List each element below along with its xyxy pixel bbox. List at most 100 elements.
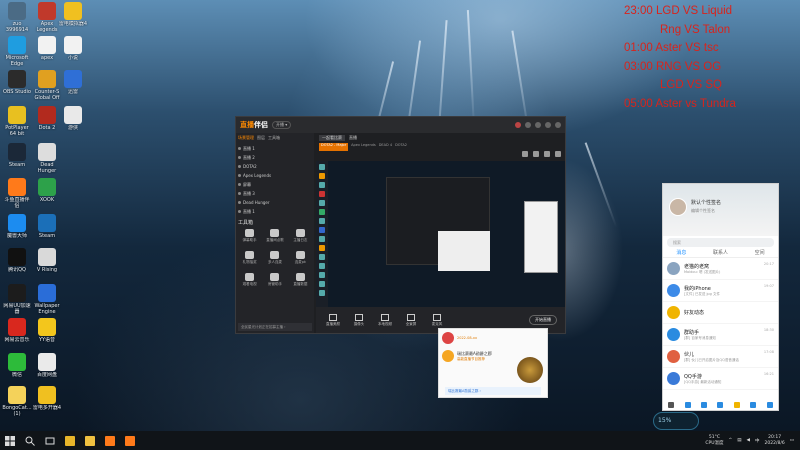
search-input[interactable]: 搜索 (667, 238, 774, 247)
file-icon[interactable] (701, 401, 708, 408)
desktop-icon[interactable]: BongoCat... (1) (0, 386, 34, 417)
eye-icon[interactable] (238, 156, 241, 159)
desktop-icon[interactable]: zuo 3996914 (0, 2, 34, 33)
toolbox-item[interactable]: 礼物抽奖 (238, 250, 261, 270)
scene-item[interactable]: Dead Hunger (238, 198, 312, 207)
chevron-up-icon[interactable]: ^ (729, 438, 733, 443)
game-icon[interactable] (717, 401, 724, 408)
more-icon[interactable] (766, 401, 773, 408)
tab-watch-match[interactable]: 一起看比赛 (319, 135, 345, 141)
task-view-icon[interactable] (42, 433, 58, 448)
beauty-button[interactable]: 直播美颜 (324, 313, 342, 327)
scene-item[interactable]: DOTA2 (238, 162, 312, 171)
toolbox-item[interactable]: 房管助手 (263, 272, 286, 292)
taskbar-app-stream-2[interactable] (122, 433, 138, 448)
settings-icon[interactable] (544, 151, 550, 157)
tab-contacts[interactable]: 联系人 (713, 249, 728, 257)
maximize-icon[interactable] (545, 122, 551, 128)
network-icon[interactable]: ▤ (737, 438, 741, 443)
desktop-icon[interactable]: 微信 (0, 353, 34, 378)
chat-link[interactable]: 瑞比赛最A勋爵之郡 › (445, 387, 541, 395)
gift-icon[interactable] (522, 151, 528, 157)
desktop-icon[interactable]: Wallpaper Engine (30, 284, 64, 315)
close-icon[interactable] (555, 122, 561, 128)
toolbox-item[interactable]: 连麦pk (289, 250, 312, 270)
share-icon[interactable] (555, 151, 561, 157)
search-icon[interactable] (22, 433, 38, 448)
taskbar-app-stream[interactable] (102, 433, 118, 448)
desktop-icon[interactable]: 雷电多开器4 (30, 386, 64, 411)
desktop-icon[interactable]: 百度网盘 (30, 353, 64, 378)
source-tab[interactable]: DOTA2 - Major (319, 143, 349, 151)
desktop-icon[interactable]: 腾讯QQ (0, 248, 34, 273)
desktop-icon[interactable]: 游侠 (56, 106, 90, 131)
desktop-icon[interactable]: Steam (30, 214, 64, 239)
eye-icon[interactable] (238, 147, 241, 150)
microphone-button[interactable]: 麦克风 (428, 313, 446, 327)
source-tab[interactable]: Apex Legends (351, 143, 376, 151)
volume-icon[interactable]: ◀ (747, 438, 750, 443)
desktop-icon[interactable]: 迅雷 (56, 70, 90, 95)
conversation-row[interactable]: QQ手游 [QQ手游] 最新活动通知 16:21 (663, 368, 778, 390)
desktop-icon[interactable]: Microsoft Edge (0, 36, 34, 67)
toolbox-item[interactable]: 观看电视 (238, 272, 261, 292)
fullscreen-button[interactable]: 全景屏 (402, 313, 420, 327)
desktop-icon[interactable]: XOOK (30, 178, 64, 203)
desktop-icon[interactable]: YY语音 (30, 318, 64, 343)
taskbar-app-douyu[interactable] (62, 433, 78, 448)
eye-icon[interactable] (238, 201, 241, 204)
desktop-icon[interactable]: 魔兽大师 (0, 214, 34, 239)
live-status-pill[interactable]: 开播 ▾ (272, 121, 292, 129)
eye-icon[interactable] (238, 183, 241, 186)
source-tab[interactable]: DEAD 4 (379, 143, 392, 151)
conversation-row[interactable]: 伙儿 [群] 伙儿已开启图片及QQ语音通话 17:08 (663, 346, 778, 368)
mail-icon[interactable] (684, 401, 691, 408)
app-icon[interactable] (750, 401, 757, 408)
message-icon[interactable] (533, 151, 539, 157)
desktop-icon[interactable]: Dead Hunger (30, 143, 64, 174)
source-tab[interactable]: DOTA2 (395, 143, 407, 151)
tab-space[interactable]: 空间 (755, 249, 765, 257)
chat-card[interactable]: 2022-08-xx 瑞比赛最A勋爵之郡 高能直播节目推荐 瑞比赛最A勋爵之郡 … (438, 328, 548, 398)
desktop-icon[interactable]: 斗鱼直播伴侣 (0, 178, 34, 209)
notification-icon[interactable]: ▭ (790, 438, 794, 443)
desktop-icon[interactable]: 网易云音乐 (0, 318, 34, 343)
camera-button[interactable]: 摄像头 (350, 313, 368, 327)
toolbox-item[interactable]: 直播间点歌 (263, 228, 286, 248)
conversation-row[interactable]: 群助手 [群] 百家号消息通知 18:30 (663, 324, 778, 346)
conversation-row[interactable]: 老猫的老窝 Moldou: 嗯 (发送图片) 20:17 (663, 258, 778, 280)
scene-item[interactable]: 屏幕 (238, 180, 312, 189)
avatar[interactable] (669, 198, 687, 216)
desktop-icon[interactable]: V Rising (30, 248, 64, 273)
eye-icon[interactable] (238, 165, 241, 168)
conversation-row[interactable]: 好友动态 (663, 302, 778, 324)
desktop-icon[interactable]: OBS Studio (0, 70, 34, 95)
desktop-icon[interactable]: Steam (0, 143, 34, 168)
scene-item[interactable]: 直播 1 (238, 207, 312, 216)
eye-icon[interactable] (238, 174, 241, 177)
clock[interactable]: 20:17 2022/8/6 (765, 435, 785, 447)
toolbox-item[interactable]: 多人连麦 (263, 250, 286, 270)
scene-item[interactable]: Apex Legends (238, 171, 312, 180)
recruit-banner[interactable]: 全民星光计划正在招募主播 › (238, 323, 312, 331)
menu-icon[interactable] (668, 401, 675, 408)
minimize-icon[interactable] (535, 122, 541, 128)
eye-icon[interactable] (238, 192, 241, 195)
tab-layers[interactable]: 图层 (257, 135, 265, 141)
tab-scenes[interactable]: 场景管理 (238, 135, 254, 141)
scene-item[interactable]: 直播 3 (238, 189, 312, 198)
user-avatar-icon[interactable] (515, 122, 521, 128)
tab-live[interactable]: 直播 (349, 135, 357, 141)
folder-icon[interactable] (733, 401, 740, 408)
desktop-icon[interactable]: 雷电模拟器4 (56, 2, 90, 27)
eye-icon[interactable] (238, 210, 241, 213)
toolbox-item[interactable]: 主播日志 (289, 228, 312, 248)
scene-item[interactable]: 直播 2 (238, 153, 312, 162)
qq-edit-signature[interactable]: 编辑个性签名 (691, 208, 715, 214)
taskbar-app-folder[interactable] (82, 433, 98, 448)
tab-messages[interactable]: 消息 (676, 249, 686, 257)
conversation-row[interactable]: 我的iPhone [文件] 已发送 jpg 文件 19:07 (663, 280, 778, 302)
local-video-button[interactable]: 本地视频 (376, 313, 394, 327)
scene-item[interactable]: 直播 1 (238, 144, 312, 153)
speed-bubble[interactable]: 15% (653, 412, 699, 430)
